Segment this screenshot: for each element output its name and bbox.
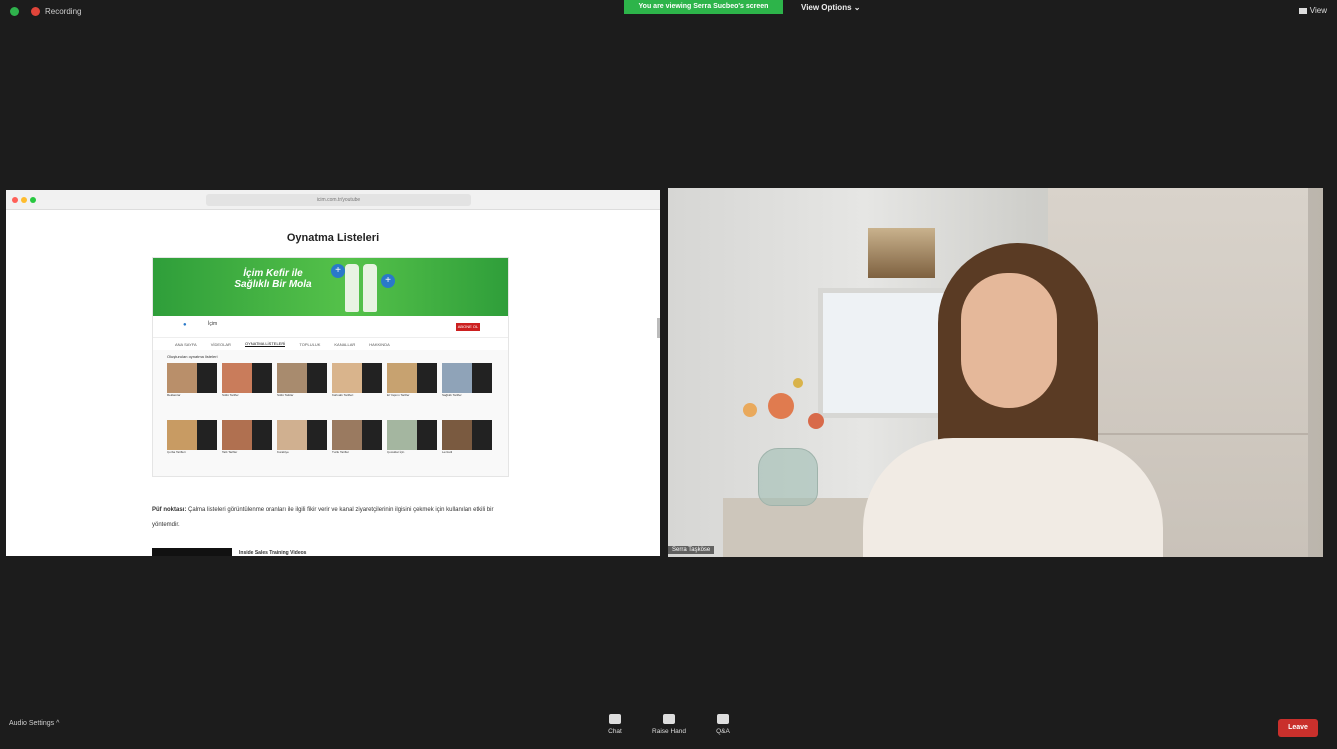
flower-image (768, 393, 794, 419)
channel-tab: ANA SAYFA (175, 341, 197, 347)
channel-tab: TOPLULUK (299, 341, 321, 347)
minimize-window-icon (21, 197, 27, 203)
playlist-card: Sağlıklı Tarifler (442, 363, 492, 415)
flower-image (808, 413, 824, 429)
bottom-toolbar: Audio Settings ^ Chat Raise Hand Q&A Lea… (0, 709, 1337, 749)
chat-label: Chat (608, 728, 622, 735)
person-body (863, 438, 1163, 557)
plus-icon: + (331, 264, 345, 278)
shared-screen: icim.com.tr/youtube Oynatma Listeleri İç… (6, 190, 660, 556)
participant-video (668, 188, 1323, 557)
playlist-grid: Reklamlar Sütlü Tarifler Sütlü Tatlılar … (153, 363, 508, 472)
view-options-button[interactable]: View Options ⌄ (801, 3, 860, 12)
playlist-section-label: Oluşturulan oynatma listeleri (167, 354, 218, 359)
channel-name: İçim (208, 321, 218, 327)
qa-button[interactable]: Q&A (700, 714, 746, 735)
channel-banner: İçim Kefir ile Sağlıklı Bir Mola + + (153, 258, 508, 316)
flower-image (793, 378, 803, 388)
hand-icon (663, 714, 675, 724)
raise-hand-label: Raise Hand (652, 728, 686, 735)
playlist-card: Çocuklar İçin (387, 420, 437, 472)
playlist-card: Sütlü Tatlılar (277, 363, 327, 415)
chat-button[interactable]: Chat (592, 714, 638, 735)
recording-icon (31, 7, 40, 16)
playlist-card: Lezzetli (442, 420, 492, 472)
bottle-image (363, 264, 377, 312)
wall-painting (868, 228, 935, 278)
video-thumbnail (152, 548, 232, 556)
video-title: Inside Sales Training Videos (239, 550, 307, 556)
tip-paragraph: Püf noktası: Çalma listeleri görüntülenm… (152, 503, 512, 533)
channel-tabs: ANA SAYFA VİDEOLAR OYNATMA LİSTELERİ TOP… (153, 338, 508, 350)
plus-icon: + (381, 274, 395, 288)
playlist-card: Çorba Tarifleri (167, 420, 217, 472)
grid-view-icon (1298, 7, 1307, 14)
channel-tab: HAKKINDA (369, 341, 390, 347)
audio-settings-button[interactable]: Audio Settings ^ (9, 720, 59, 727)
view-button-label: View (1309, 6, 1327, 15)
channel-tab: VİDEOLAR (210, 341, 231, 347)
tip-label: Püf noktası: (152, 507, 187, 513)
address-bar: icim.com.tr/youtube (206, 194, 471, 206)
background-window (818, 288, 953, 418)
participant-name-tag: Serra Taşköse (668, 546, 715, 554)
recording-label: Recording (45, 7, 82, 16)
maximize-window-icon (30, 197, 36, 203)
split-resize-handle[interactable] (657, 318, 660, 338)
banner-text: İçim Kefir ile Sağlıklı Bir Mola (234, 268, 312, 290)
person-face (961, 273, 1057, 408)
playlist-card: Sütlü Tarifler (222, 363, 272, 415)
page-title: Oynatma Listeleri (286, 232, 380, 244)
playlist-card: Kahvaltı Tarifleri (332, 363, 382, 415)
flower-vase (758, 448, 818, 506)
meeting-window: Recording You are viewing Serra Sucbeo's… (0, 0, 1337, 749)
browser-toolbar: icim.com.tr/youtube (6, 190, 660, 210)
playlist-card: El Yapımı Tarifler (387, 363, 437, 415)
chat-icon (609, 714, 621, 724)
playlist-card: Reklamlar (167, 363, 217, 415)
flower-image (743, 403, 757, 417)
subscribe-button: ABONE OL (456, 323, 480, 331)
playlist-card: Tatlı Tarifler (222, 420, 272, 472)
youtube-channel-screenshot: İçim Kefir ile Sağlıklı Bir Mola + + ● İ… (152, 257, 509, 477)
raise-hand-button[interactable]: Raise Hand (646, 714, 692, 735)
bottle-image (345, 264, 359, 312)
channel-header: ● İçim ABONE OL (153, 316, 508, 338)
playlist-card: Tuzlu Tarifler (332, 420, 382, 472)
security-shield-icon[interactable] (10, 7, 19, 16)
qa-label: Q&A (716, 728, 730, 735)
channel-logo: ● (183, 322, 187, 328)
top-bar: Recording You are viewing Serra Sucbeo's… (0, 0, 1337, 22)
tip-text: Çalma listeleri görüntülenme oranları il… (152, 507, 494, 528)
view-button[interactable]: View (1298, 6, 1327, 15)
channel-tab: KANALLAR (334, 341, 356, 347)
viewing-screen-banner: You are viewing Serra Sucbeo's screen (624, 0, 783, 14)
qa-icon (717, 714, 729, 724)
close-window-icon (12, 197, 18, 203)
channel-tab: OYNATMA LİSTELERİ (244, 341, 286, 347)
leave-button[interactable]: Leave (1278, 719, 1318, 737)
playlist-card: Kurabiye (277, 420, 327, 472)
